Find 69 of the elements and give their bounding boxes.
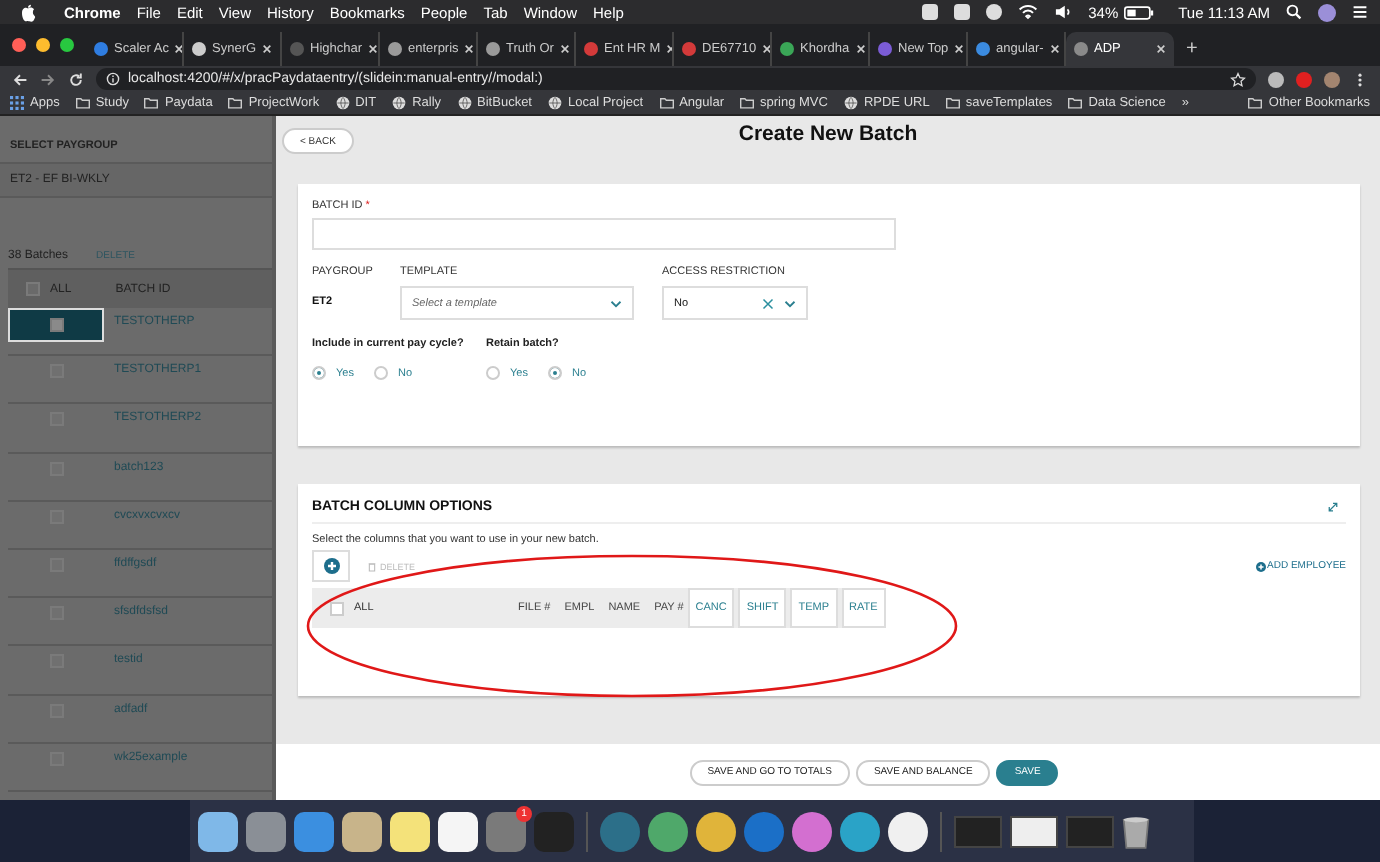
close-icon[interactable] [855, 44, 866, 54]
apple-icon[interactable] [20, 3, 36, 21]
folder-icon [144, 96, 159, 110]
chevron-down-icon [784, 299, 796, 307]
app-icon[interactable] [696, 811, 736, 851]
expand-icon[interactable] [1328, 502, 1338, 512]
folder-icon [75, 96, 90, 110]
grid-icon [10, 96, 24, 110]
app-icon[interactable] [390, 811, 430, 851]
checkbox[interactable] [49, 318, 63, 332]
globe-icon [843, 96, 858, 110]
window-thumbnail[interactable] [1066, 815, 1114, 847]
forward-arrow-icon[interactable] [40, 71, 56, 87]
avatar-icon[interactable] [1318, 3, 1336, 21]
search-icon[interactable] [1286, 4, 1302, 20]
close-icon[interactable] [559, 44, 570, 54]
new-tab-button[interactable]: + [1186, 38, 1198, 60]
checkbox[interactable] [330, 601, 344, 615]
maximize-window-button[interactable] [60, 38, 74, 52]
close-icon[interactable] [262, 44, 273, 54]
folder-icon [659, 96, 674, 110]
radio-button[interactable] [547, 366, 562, 380]
trash-icon[interactable] [1122, 813, 1150, 849]
globe-icon [335, 96, 350, 110]
battery-icon[interactable] [1124, 5, 1155, 19]
globe-icon [548, 96, 562, 110]
trash-icon [368, 561, 376, 571]
plus-circle-icon [323, 558, 339, 574]
close-icon[interactable] [954, 44, 965, 54]
app-icon[interactable] [888, 811, 928, 851]
clear-icon[interactable] [762, 297, 774, 309]
folder-icon [739, 96, 754, 110]
globe-icon [392, 96, 407, 110]
folder-icon [228, 96, 243, 110]
info-icon[interactable] [106, 72, 120, 86]
globe-icon [457, 96, 472, 110]
radio-button[interactable] [373, 366, 388, 380]
radio-button[interactable] [486, 366, 500, 380]
window-thumbnail[interactable] [954, 815, 1002, 847]
wifi-icon[interactable] [1018, 4, 1039, 20]
add-button[interactable] [312, 550, 350, 582]
app-icon[interactable] [342, 811, 382, 851]
list-icon[interactable] [1352, 4, 1368, 20]
folder-icon [1248, 96, 1263, 110]
close-icon[interactable] [464, 44, 475, 54]
close-icon[interactable] [174, 44, 182, 54]
plus-circle-icon [1255, 561, 1266, 571]
batch-id-field[interactable] [312, 218, 896, 250]
close-icon[interactable] [1156, 44, 1166, 54]
checkbox[interactable] [26, 282, 40, 296]
star-icon[interactable] [1230, 71, 1246, 87]
app-icon[interactable] [438, 811, 478, 851]
close-icon[interactable] [762, 44, 770, 54]
close-icon[interactable] [368, 44, 378, 54]
close-icon[interactable] [1049, 44, 1060, 54]
modal-title: Create New Batch [738, 122, 918, 146]
radio-button[interactable] [312, 366, 326, 380]
volume-icon[interactable] [1054, 4, 1073, 20]
row-select-cell[interactable] [8, 308, 104, 342]
folder-icon [1068, 96, 1083, 110]
app-icon[interactable] [198, 811, 238, 851]
minimize-window-button[interactable] [36, 38, 50, 52]
chevron-down-icon [610, 299, 622, 307]
folder-icon [945, 96, 960, 110]
window-thumbnail[interactable] [1010, 815, 1058, 847]
reload-icon[interactable] [68, 71, 84, 87]
avatar-icon[interactable] [1324, 71, 1340, 87]
close-window-button[interactable] [12, 38, 26, 52]
back-arrow-icon[interactable] [12, 71, 28, 87]
